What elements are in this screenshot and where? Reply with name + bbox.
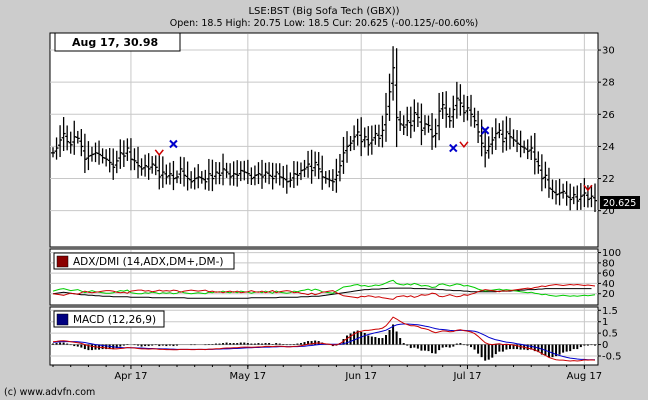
y-tick-label: 26 [602, 110, 615, 121]
y-tick-label: 24 [602, 142, 615, 153]
quote-summary: Open: 18.5 High: 20.75 Low: 18.5 Cur: 20… [170, 18, 478, 29]
date-readout: Aug 17, 30.98 [72, 36, 158, 49]
last-price-label: 20.625 [603, 198, 636, 209]
y-tick-label: 20 [602, 289, 615, 300]
y-tick-label: 100 [602, 248, 621, 259]
x-tick-label: Aug 17 [567, 371, 602, 382]
y-tick-label: 0 [602, 340, 608, 351]
adx-legend-label: ADX/DMI (14,ADX,DM+,DM-) [73, 256, 223, 268]
y-tick-label: 60 [602, 269, 615, 280]
chart-title: LSE:BST (Big Sofa Tech (GBX)) [248, 6, 399, 17]
y-tick-label: 1.5 [602, 306, 618, 317]
y-tick-label: 1 [602, 317, 608, 328]
price-panel [49, 32, 599, 248]
y-tick-label: 28 [602, 78, 615, 89]
y-tick-label: 22 [602, 174, 615, 185]
y-tick-label: -0.5 [602, 352, 622, 363]
y-tick-label: 40 [602, 279, 615, 290]
x-tick-label: Apr 17 [114, 371, 147, 382]
y-tick-label: 80 [602, 258, 615, 269]
copyright: (c) www.advfn.com [4, 387, 95, 398]
x-tick-label: Jun 17 [344, 371, 377, 382]
x-tick-label: Jul 17 [452, 371, 481, 382]
macd-legend-label: MACD (12,26,9) [73, 314, 156, 326]
adx-legend-swatch [56, 255, 69, 268]
y-tick-label: 30 [602, 46, 615, 57]
x-tick-label: May 17 [230, 371, 267, 382]
stock-chart: LSE:BST (Big Sofa Tech (GBX)) Open: 18.5… [4, 6, 640, 398]
macd-legend-swatch [56, 313, 69, 326]
y-tick-label: 0.5 [602, 329, 618, 340]
